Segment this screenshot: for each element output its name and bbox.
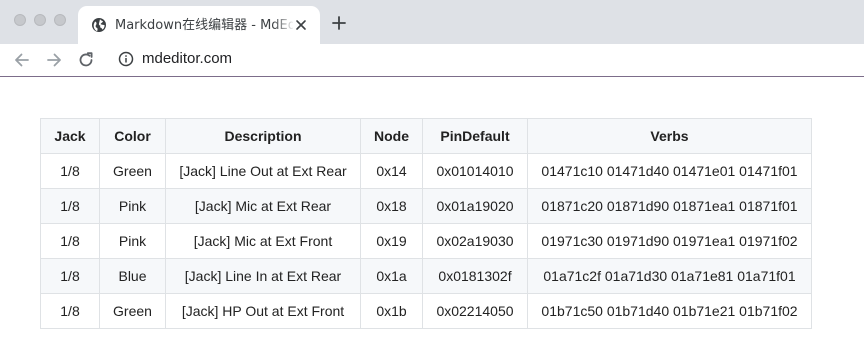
cell-node: 0x19: [360, 223, 423, 259]
browser-toolbar: mdeditor.com: [0, 44, 864, 77]
cell-jack: 1/8: [40, 188, 100, 224]
close-icon[interactable]: [294, 18, 308, 32]
cell-jack: 1/8: [40, 258, 100, 294]
header-color: Color: [99, 118, 166, 154]
table-row: 1/8 Pink [Jack] Mic at Ext Rear 0x18 0x0…: [40, 188, 812, 224]
window-minimize-button[interactable]: [34, 14, 46, 26]
cell-pindefault: 0x02a19030: [422, 223, 528, 259]
tab-title: Markdown在线编辑器 - MdEditor: [115, 18, 293, 33]
table-header-row: Jack Color Description Node PinDefault V…: [40, 118, 812, 154]
cell-color: Blue: [99, 258, 166, 294]
cell-verbs: 01971c30 01971d90 01971ea1 01971f02: [527, 223, 812, 259]
cell-node: 0x14: [360, 153, 423, 189]
back-arrow-icon[interactable]: [12, 50, 32, 70]
cell-pindefault: 0x01014010: [422, 153, 528, 189]
cell-color: Pink: [99, 223, 166, 259]
table-row: 1/8 Blue [Jack] Line In at Ext Rear 0x1a…: [40, 258, 812, 294]
cell-node: 0x18: [360, 188, 423, 224]
cell-description: [Jack] HP Out at Ext Front: [165, 293, 361, 329]
cell-color: Green: [99, 293, 166, 329]
tab-title-fade: [273, 14, 295, 36]
tab-strip: Markdown在线编辑器 - MdEditor: [0, 0, 864, 44]
header-jack: Jack: [40, 118, 100, 154]
window-maximize-button[interactable]: [54, 14, 66, 26]
cell-verbs: 01a71c2f 01a71d30 01a71e81 01a71f01: [527, 258, 812, 294]
header-node: Node: [360, 118, 423, 154]
cell-color: Green: [99, 153, 166, 189]
header-pindefault: PinDefault: [422, 118, 528, 154]
header-verbs: Verbs: [527, 118, 812, 154]
header-description: Description: [165, 118, 361, 154]
cell-pindefault: 0x0181302f: [422, 258, 528, 294]
cell-jack: 1/8: [40, 293, 100, 329]
cell-description: [Jack] Line Out at Ext Rear: [165, 153, 361, 189]
pin-config-table: Jack Color Description Node PinDefault V…: [40, 118, 812, 329]
browser-tab-active[interactable]: Markdown在线编辑器 - MdEditor: [78, 6, 320, 44]
address-bar-url[interactable]: mdeditor.com: [142, 50, 232, 68]
cell-description: [Jack] Mic at Ext Front: [165, 223, 361, 259]
window-close-button[interactable]: [14, 14, 26, 26]
page-content: Jack Color Description Node PinDefault V…: [0, 78, 864, 363]
new-tab-plus-icon[interactable]: [330, 14, 348, 32]
forward-arrow-icon[interactable]: [44, 50, 64, 70]
cell-node: 0x1b: [360, 293, 423, 329]
cell-jack: 1/8: [40, 153, 100, 189]
site-info-icon[interactable]: [118, 51, 134, 67]
reload-icon[interactable]: [76, 50, 96, 70]
cell-verbs: 01471c10 01471d40 01471e01 01471f01: [527, 153, 812, 189]
cell-pindefault: 0x01a19020: [422, 188, 528, 224]
cell-node: 0x1a: [360, 258, 423, 294]
cell-color: Pink: [99, 188, 166, 224]
cell-pindefault: 0x02214050: [422, 293, 528, 329]
table-row: 1/8 Green [Jack] Line Out at Ext Rear 0x…: [40, 153, 812, 189]
table-row: 1/8 Green [Jack] HP Out at Ext Front 0x1…: [40, 293, 812, 329]
cell-jack: 1/8: [40, 223, 100, 259]
cell-description: [Jack] Line In at Ext Rear: [165, 258, 361, 294]
cell-description: [Jack] Mic at Ext Rear: [165, 188, 361, 224]
cell-verbs: 01b71c50 01b71d40 01b71e21 01b71f02: [527, 293, 812, 329]
table-row: 1/8 Pink [Jack] Mic at Ext Front 0x19 0x…: [40, 223, 812, 259]
cell-verbs: 01871c20 01871d90 01871ea1 01871f01: [527, 188, 812, 224]
globe-icon: [92, 18, 106, 32]
